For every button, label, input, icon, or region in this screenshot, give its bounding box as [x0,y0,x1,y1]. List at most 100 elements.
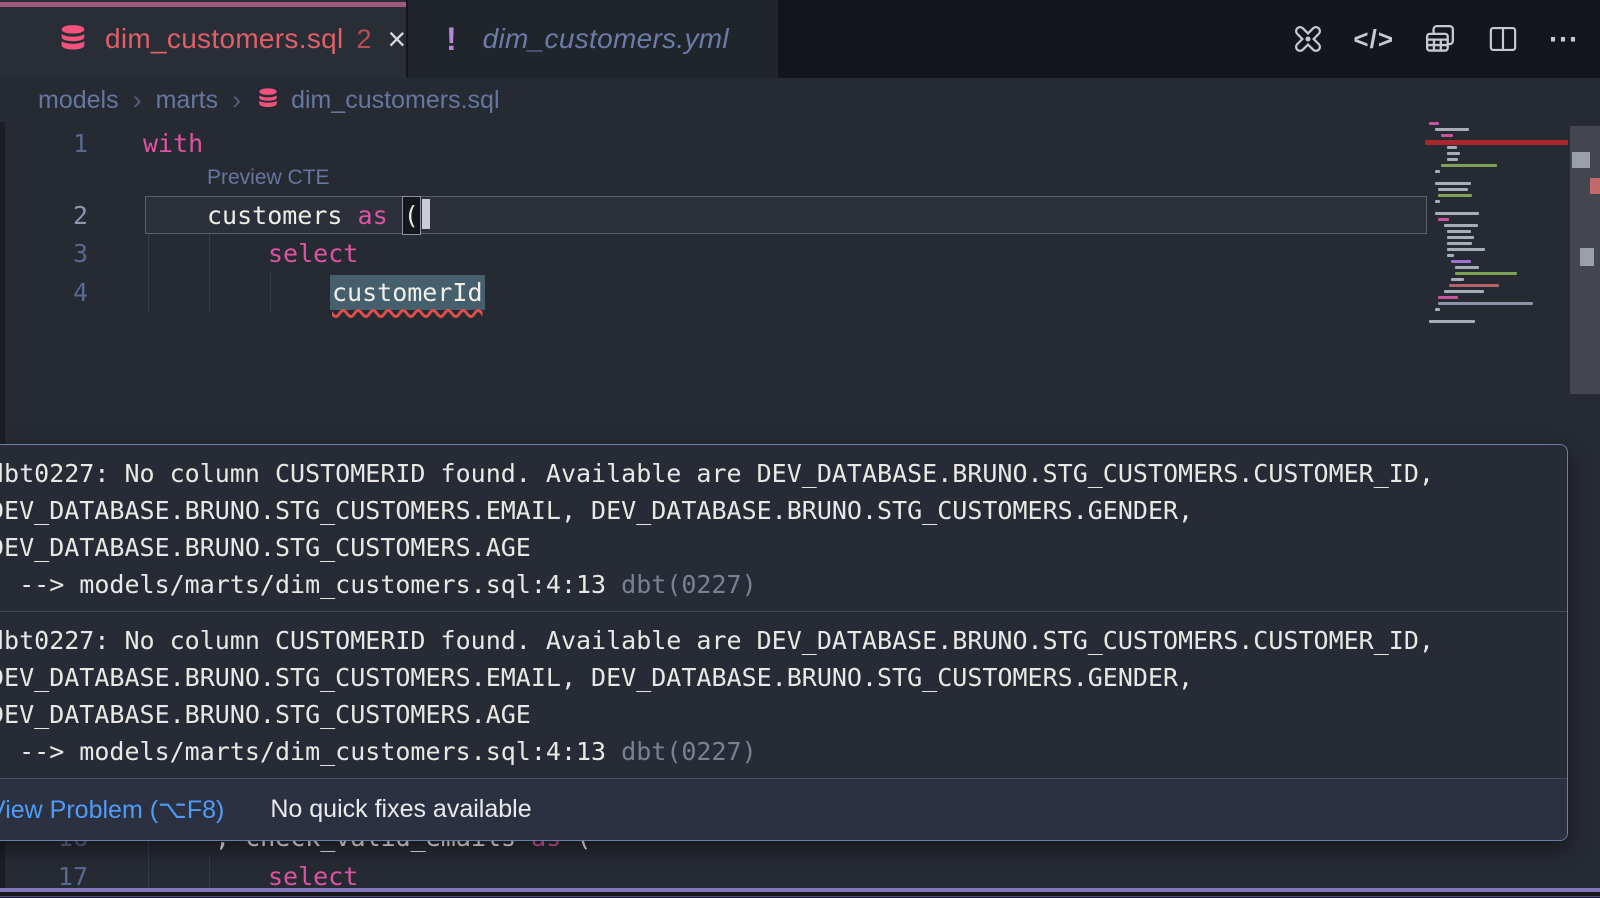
minimap-code-line [1429,320,1475,323]
code-text: with [143,124,203,163]
error-message-1: dbt0227: No column CUSTOMERID found. Ava… [0,445,1567,611]
code-preview-icon[interactable]: </> [1353,24,1394,55]
line-number: 1 [0,124,88,163]
error-highlighted-word: customerId [330,275,485,310]
minimap-code-line [1451,260,1471,263]
code-editor[interactable]: 1 withPreview CTE 2 customers as ( 3 select 4 c… [0,122,1600,890]
breadcrumb-models[interactable]: models [38,86,119,115]
code-text: select [268,857,358,896]
minimap-code-line [1447,236,1474,239]
error-location-line: --> models/marts/dim_customers.sql:4:13 … [0,566,1557,603]
minimap-code-line [1455,266,1479,269]
minimap-code-line [1455,272,1517,275]
line-number: 3 [0,234,88,273]
breadcrumb: models › marts › dim_customers.sql [0,78,1600,122]
dbt-icon[interactable] [1291,22,1325,56]
line-number: 2 [0,196,88,235]
tab-filename: dim_customers.yml [483,23,729,55]
code-line-4[interactable]: 4 customerId [0,273,1600,312]
minimap-code-line [1438,218,1449,221]
minimap-code-line [1435,212,1479,215]
line-number: 4 [0,273,88,312]
minimap[interactable] [1425,122,1540,337]
editor-actions: </> ⋯ [1291,0,1580,78]
error-file-location[interactable]: --> models/marts/dim_customers.sql:4:13 [0,737,606,766]
more-actions-icon[interactable]: ⋯ [1548,22,1580,57]
minimap-code-line [1451,278,1464,281]
window-bottom-border-inner [0,896,1600,897]
error-file-location[interactable]: --> models/marts/dim_customers.sql:4:13 [0,570,606,599]
minimap-code-line [1435,170,1440,173]
error-message-line: DEV_DATABASE.BRUNO.STG_CUSTOMERS.EMAIL, … [0,492,1557,529]
scrollbar-decoration [1580,248,1594,266]
code-text: customers as ( [207,196,430,235]
database-icon [56,22,90,56]
breadcrumb-file[interactable]: dim_customers.sql [255,86,499,115]
minimap-code-line [1435,308,1440,311]
minimap-code-line [1449,284,1499,287]
minimap-code-line [1438,188,1468,191]
indent-guide [148,273,149,312]
error-source-code: dbt(0227) [606,737,757,766]
scrollbar-decoration [1590,178,1600,194]
query-results-icon[interactable] [1422,21,1458,57]
error-message-line: dbt0227: No column CUSTOMERID found. Ava… [0,455,1557,492]
view-problem-link[interactable]: View Problem (⌥F8) [0,795,224,825]
minimap-code-line [1438,296,1458,299]
minimap-code-line [1429,122,1439,125]
error-message-line: DEV_DATABASE.BRUNO.STG_CUSTOMERS.AGE [0,529,1557,566]
code-line-2[interactable]: 2 customers as ( [0,196,1600,234]
code-text: select [268,234,358,273]
vertical-scrollbar[interactable] [1570,124,1600,400]
close-tab-icon[interactable]: × [388,23,407,55]
indent-guide [209,234,210,273]
error-location-line: --> models/marts/dim_customers.sql:4:13 … [0,733,1557,770]
matched-bracket: ( [403,197,420,234]
hover-footer: View Problem (⌥F8) No quick fixes availa… [0,778,1567,840]
minimap-code-line [1435,182,1471,185]
no-quick-fixes-label: No quick fixes available [270,795,531,824]
minimap-code-line [1441,164,1497,167]
minimap-code-line [1447,152,1460,155]
editor-tab-bar: dim_customers.sql 2 × ! dim_customers.ym… [0,0,1600,78]
minimap-error-line [1425,140,1568,145]
indent-guide [270,273,271,312]
code-line-1[interactable]: 1 with [0,124,1600,163]
window-bottom-gap [0,892,1600,898]
active-tab-accent [0,2,406,7]
error-message-2: dbt0227: No column CUSTOMERID found. Ava… [0,611,1567,778]
breadcrumb-filename: dim_customers.sql [291,86,499,115]
chevron-right-icon: › [232,85,241,116]
error-hover-popup: dbt0227: No column CUSTOMERID found. Ava… [0,444,1568,841]
tab-filename: dim_customers.sql [105,23,344,55]
minimap-code-line [1438,302,1533,305]
vscode-window: dim_customers.sql 2 × ! dim_customers.ym… [0,0,1600,898]
tab-problem-count-badge: 2 [357,24,372,55]
error-message-line: dbt0227: No column CUSTOMERID found. Ava… [0,622,1557,659]
split-editor-icon[interactable] [1486,22,1520,56]
minimap-code-line [1441,134,1453,137]
minimap-code-line [1447,242,1472,245]
minimap-code-line [1447,248,1485,251]
tab-dim-customers-sql[interactable]: dim_customers.sql 2 × [0,0,406,78]
minimap-code-line [1444,290,1484,293]
breadcrumb-marts[interactable]: marts [156,86,219,115]
error-source-code: dbt(0227) [606,570,757,599]
chevron-right-icon: › [133,85,142,116]
error-message-line: DEV_DATABASE.BRUNO.STG_CUSTOMERS.EMAIL, … [0,659,1557,696]
minimap-code-line [1447,146,1457,149]
code-lens-preview-cte[interactable]: Preview CTE [207,163,330,193]
minimap-code-line [1447,254,1454,257]
text-cursor [422,199,430,229]
minimap-code-line [1447,158,1458,161]
minimap-code-line [1447,230,1471,233]
tab-dim-customers-yml[interactable]: ! dim_customers.yml [408,0,778,78]
code-line-3[interactable]: 3 select [0,234,1600,273]
indent-guide [209,273,210,312]
minimap-code-line [1435,200,1440,203]
minimap-code-line [1438,194,1472,197]
indent-guide [148,234,149,273]
warning-icon: ! [446,21,457,58]
minimap-code-line [1444,224,1478,227]
scrollbar-decoration [1572,152,1590,168]
